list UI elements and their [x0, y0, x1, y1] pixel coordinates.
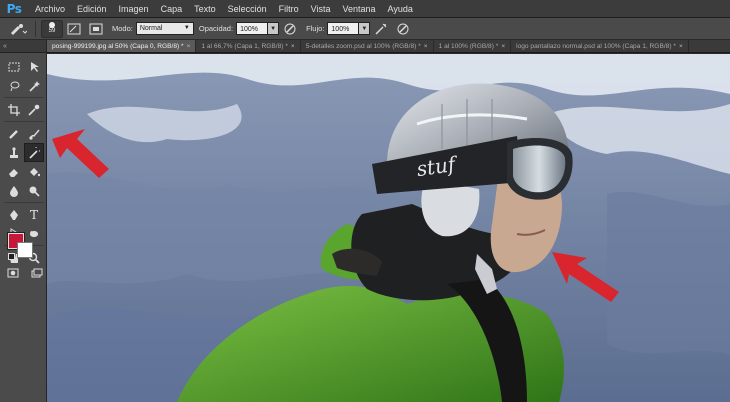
mode-label: Modo: [112, 24, 133, 33]
marquee-icon[interactable] [4, 57, 24, 76]
menu-vista[interactable]: Vista [305, 0, 337, 18]
history-brush-icon[interactable] [24, 143, 44, 162]
mode-value: Normal [139, 25, 163, 32]
document-tab[interactable]: logo pantallazo normal.psd al 100% (Capa… [511, 40, 689, 52]
swap-colors-icon[interactable]: ↰ [29, 230, 35, 238]
type-icon[interactable]: T [24, 205, 44, 224]
tools-panel-header[interactable]: « [0, 40, 46, 53]
menu-texto[interactable]: Texto [188, 0, 222, 18]
clone-stamp-brush-icon [11, 23, 27, 35]
document-tab[interactable]: 5-detalles zoom.psd al 100% (RGB/8) * × [301, 40, 434, 52]
brush-icon[interactable] [24, 124, 44, 143]
pen-icon[interactable] [4, 205, 24, 224]
brush-size: 59 [48, 28, 56, 34]
menu-archivo[interactable]: Archivo [29, 0, 71, 18]
menu-capa[interactable]: Capa [155, 0, 189, 18]
background-color-swatch[interactable] [17, 242, 33, 258]
move-icon[interactable] [24, 57, 44, 76]
menu-bar: Ps Archivo Edición Imagen Capa Texto Sel… [0, 0, 730, 18]
eraser-icon[interactable] [4, 162, 24, 181]
opacity-slider-toggle-icon[interactable]: ▼ [268, 22, 280, 35]
healing-brush-icon[interactable] [4, 124, 24, 143]
brush-preset-picker[interactable]: 59 [41, 19, 63, 38]
flow-label: Flujo: [306, 24, 325, 33]
separator [35, 20, 36, 37]
paint-bucket-icon[interactable] [24, 162, 44, 181]
pressure-size-icon[interactable] [395, 21, 411, 37]
document-tab[interactable]: posing-999199.jpg al 50% (Capa 0, RGB/8)… [47, 40, 197, 52]
menu-imagen[interactable]: Imagen [113, 0, 155, 18]
lasso-icon[interactable] [4, 76, 24, 95]
document-tab-label: 5-detalles zoom.psd al 100% (RGB/8) * [305, 42, 421, 50]
document-tab-label: 1 al 100% (RGB/8) * [438, 42, 499, 50]
clone-source-panel-icon[interactable] [88, 21, 104, 37]
document-tab-label: posing-999199.jpg al 50% (Capa 0, RGB/8)… [52, 42, 184, 50]
mode-select[interactable]: Normal ▼ [135, 22, 194, 35]
quick-select-icon[interactable] [24, 76, 44, 95]
clone-stamp-icon[interactable] [4, 143, 24, 162]
brush-panel-toggle-icon[interactable] [66, 21, 82, 37]
quick-mask-icon[interactable] [4, 266, 22, 280]
eyedropper-icon[interactable] [24, 100, 44, 119]
document-tab-label: logo pantallazo normal.psd al 100% (Capa… [516, 42, 676, 50]
flow-slider-toggle-icon[interactable]: ▼ [359, 22, 371, 35]
menu-ventana[interactable]: Ventana [337, 0, 382, 18]
document-tab[interactable]: 1 al 100% (RGB/8) * × [434, 40, 512, 52]
blur-icon[interactable] [4, 181, 24, 200]
document-tab[interactable]: 1 al 66,7% (Capa 1, RGB/8) * × [196, 40, 301, 52]
default-colors-icon[interactable] [8, 253, 15, 260]
menu-ayuda[interactable]: Ayuda [382, 0, 419, 18]
document-tab-label: 1 al 66,7% (Capa 1, RGB/8) * [201, 42, 288, 50]
document-canvas[interactable]: stuf [47, 54, 730, 402]
skier-photo: stuf [47, 54, 730, 402]
photoshop-logo: Ps [6, 1, 22, 16]
pressure-opacity-icon[interactable] [282, 21, 298, 37]
document-tabs: posing-999199.jpg al 50% (Capa 0, RGB/8)… [47, 40, 730, 53]
airbrush-icon[interactable] [373, 21, 389, 37]
tools-panel: « T ↰ [0, 40, 47, 402]
menu-filtro[interactable]: Filtro [273, 0, 305, 18]
close-tab-icon[interactable]: × [187, 40, 191, 52]
color-swatches: ↰ [7, 230, 38, 260]
options-bar: 59 Modo: Normal ▼ Opacidad: 100% ▼ Flujo… [0, 18, 730, 40]
close-tab-icon[interactable]: × [501, 40, 505, 52]
dodge-icon[interactable] [24, 181, 44, 200]
opacity-label: Opacidad: [198, 24, 234, 33]
flow-input[interactable]: 100% [327, 22, 360, 35]
close-tab-icon[interactable]: × [291, 40, 295, 52]
menu-seleccion[interactable]: Selección [222, 0, 273, 18]
opacity-input[interactable]: 100% [236, 22, 269, 35]
crop-icon[interactable] [4, 100, 24, 119]
tool-preset-picker[interactable] [6, 21, 30, 37]
screen-mode-icon[interactable] [28, 266, 46, 280]
chevron-down-icon: ▼ [183, 25, 190, 31]
close-tab-icon[interactable]: × [679, 40, 683, 52]
menu-edicion[interactable]: Edición [71, 0, 113, 18]
close-tab-icon[interactable]: × [424, 40, 428, 52]
